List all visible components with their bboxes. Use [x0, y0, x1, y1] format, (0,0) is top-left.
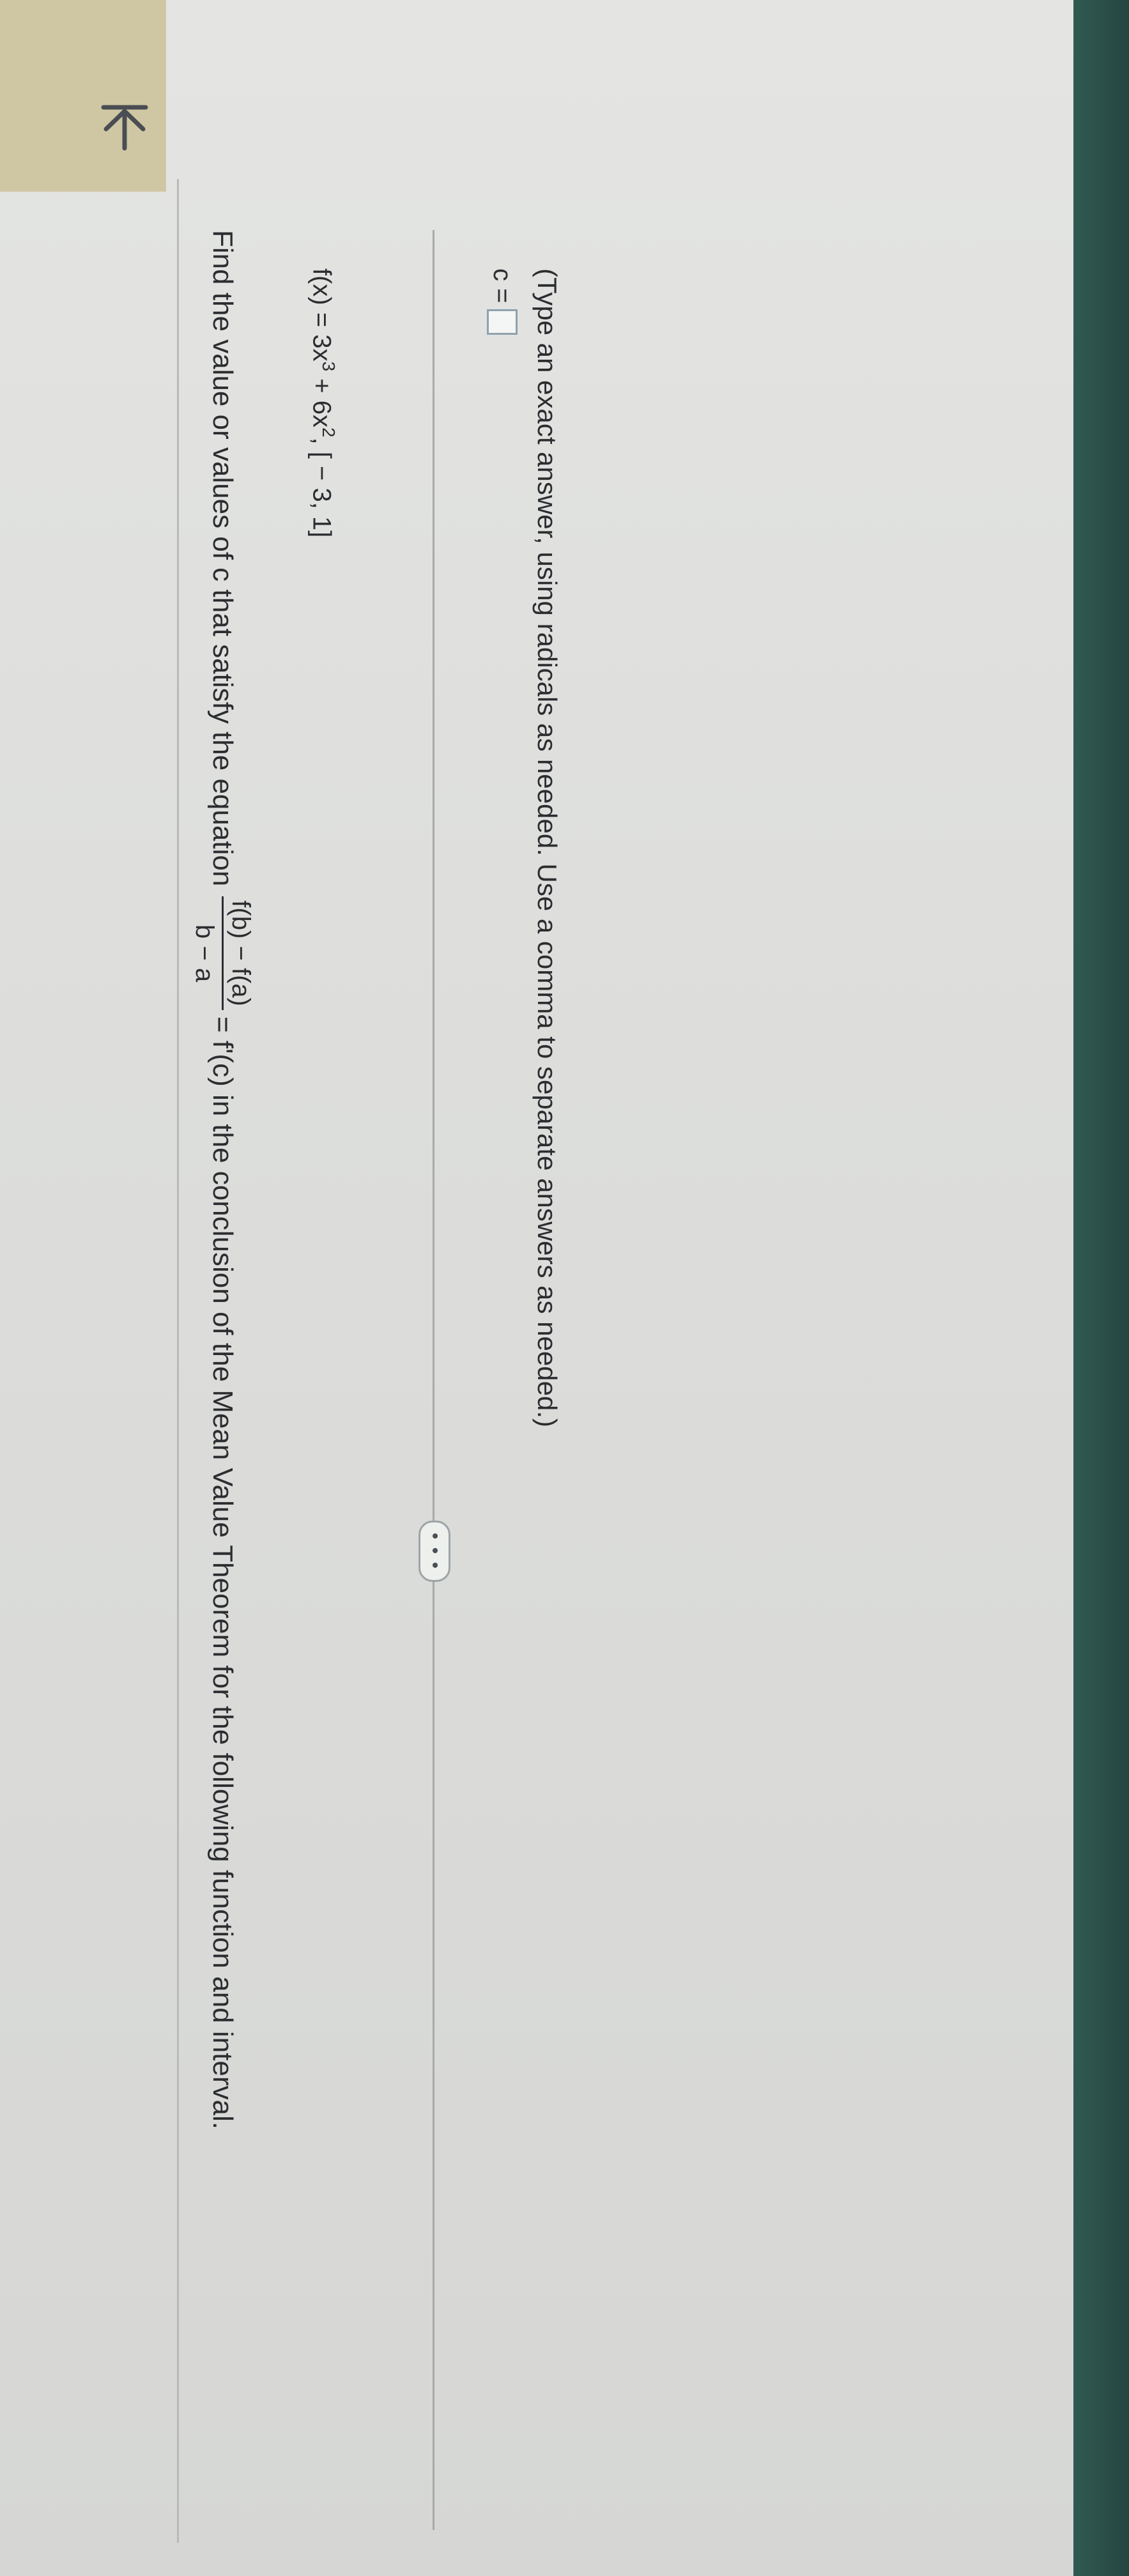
function-exponent-2: 2 [319, 427, 339, 438]
section-divider [433, 230, 434, 2530]
function-mid: + 6x [307, 371, 336, 428]
more-options-button[interactable]: • • • [419, 1521, 450, 1582]
answer-row: c = [487, 268, 518, 335]
fraction-numerator: f(b) − f(a) [222, 896, 256, 1010]
background-desk [1073, 0, 1129, 2576]
function-interval: , [ − 3, 1] [307, 437, 336, 538]
fraction-denominator: b − a [190, 924, 219, 983]
function-lhs: f(x) = 3x [307, 268, 336, 362]
mvt-fraction: f(b) − f(a) b − a [190, 896, 256, 1010]
function-exponent-3: 3 [319, 361, 339, 372]
question-prefix: Find the value or values of c that satis… [207, 230, 239, 887]
screen: Find the value or values of c that satis… [0, 0, 1073, 2576]
first-page-button[interactable] [89, 89, 160, 160]
function-definition: f(x) = 3x3 + 6x2, [ − 3, 1] [307, 268, 339, 537]
answer-hint: (Type an exact answer, using radicals as… [532, 268, 562, 1427]
question-suffix: = f'(c) in the conclusion of the Mean Va… [207, 1016, 239, 2129]
answer-input[interactable] [487, 309, 518, 335]
page-content: Find the value or values of c that satis… [0, 0, 1073, 2576]
question-text: Find the value or values of c that satis… [190, 230, 256, 2129]
first-page-icon [101, 105, 148, 151]
answer-label: c = [488, 268, 517, 303]
header-divider [177, 179, 179, 2543]
